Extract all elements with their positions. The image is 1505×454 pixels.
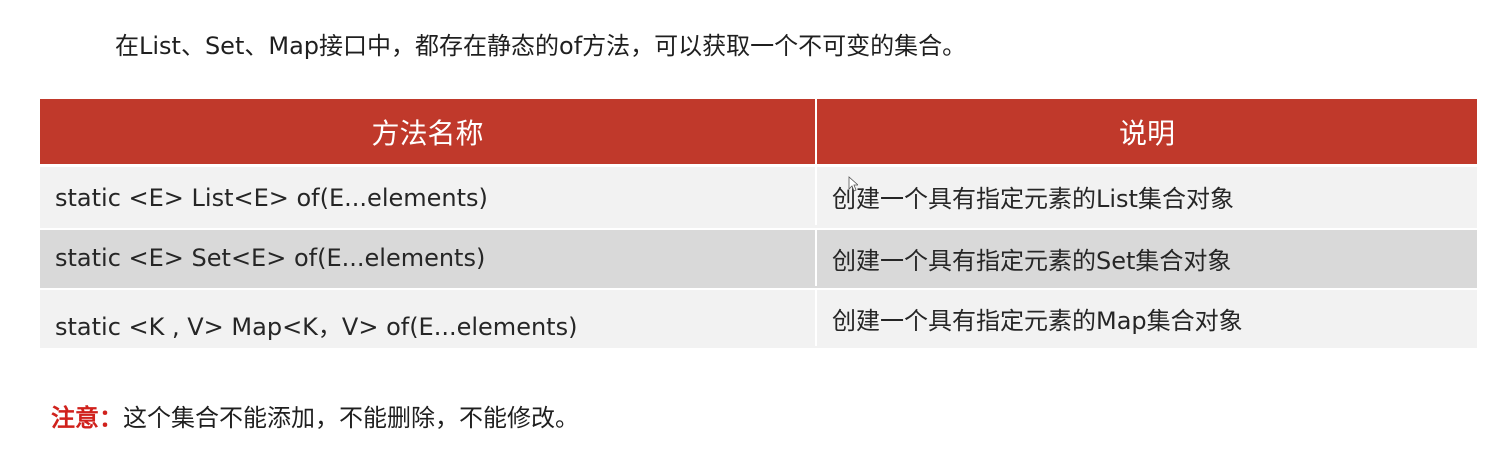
slide-page: 在List、Set、Map接口中，都存在静态的of方法，可以获取一个不可变的集合… — [0, 0, 1505, 454]
method-description: 创建一个具有指定元素的List集合对象 — [815, 167, 1477, 225]
methods-table: 方法名称 说明 static <E> List<E> of(E...elemen… — [40, 99, 1477, 348]
table-row: static <E> List<E> of(E...elements) 创建一个… — [40, 164, 1477, 228]
table-row: static <E> Set<E> of(E...elements) 创建一个具… — [40, 228, 1477, 288]
method-signature: static <E> List<E> of(E...elements) — [55, 184, 488, 212]
table-header-row: 方法名称 说明 — [40, 99, 1477, 164]
method-signature: static <K , V> Map<K，V> of(E...elements) — [55, 312, 578, 341]
intro-text: 在List、Set、Map接口中，都存在静态的of方法，可以获取一个不可变的集合… — [115, 32, 967, 60]
note-text: 这个集合不能添加，不能删除，不能修改。 — [123, 404, 579, 432]
method-description: 创建一个具有指定元素的Map集合对象 — [815, 290, 1477, 346]
note-label: 注意： — [51, 404, 123, 432]
header-method-name: 方法名称 — [371, 116, 484, 150]
method-description: 创建一个具有指定元素的Set集合对象 — [815, 230, 1477, 286]
table-row: static <K , V> Map<K，V> of(E...elements)… — [40, 288, 1477, 348]
mouse-cursor-icon — [848, 176, 858, 192]
note: 注意：这个集合不能添加，不能删除，不能修改。 — [51, 400, 579, 436]
header-description: 说明 — [815, 99, 1477, 164]
method-signature: static <E> Set<E> of(E...elements) — [55, 244, 486, 272]
